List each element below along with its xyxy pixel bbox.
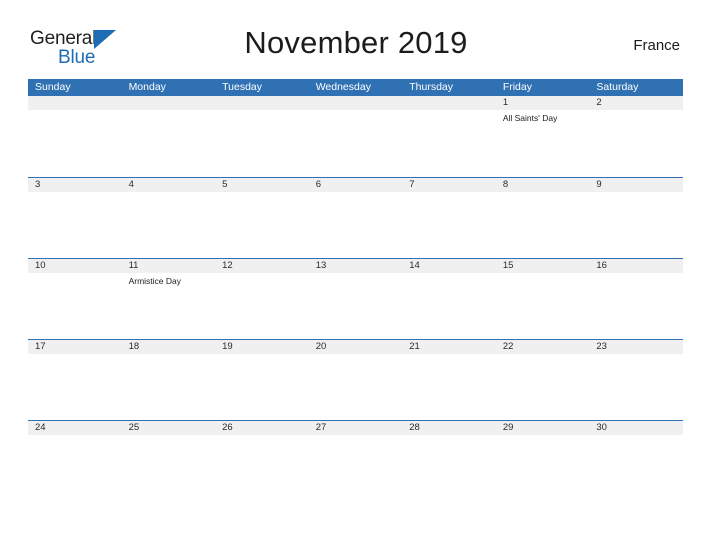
day-number[interactable]: 28	[402, 421, 496, 435]
day-event	[402, 110, 496, 176]
day-event	[589, 273, 683, 339]
weekday-header-monday: Monday	[128, 81, 166, 93]
week-date-band: 3 4 5 6 7 8 9	[28, 178, 683, 192]
day-number[interactable]	[309, 96, 403, 110]
day-number[interactable]: 10	[28, 259, 122, 273]
day-number[interactable]: 3	[28, 178, 122, 192]
page-header: General Blue November 2019 France	[0, 20, 712, 76]
weekday-header-sunday: Sunday	[35, 81, 71, 93]
day-number[interactable]: 18	[122, 340, 216, 354]
day-event	[122, 354, 216, 420]
day-number[interactable]: 21	[402, 340, 496, 354]
day-number[interactable]: 12	[215, 259, 309, 273]
day-number[interactable]	[402, 96, 496, 110]
weekday-header-thursday: Thursday	[409, 81, 454, 93]
day-number[interactable]: 9	[589, 178, 683, 192]
week-row: 17 18 19 20 21 22 23	[28, 339, 683, 420]
weekday-header-wednesday: Wednesday	[315, 81, 371, 93]
day-number[interactable]	[215, 96, 309, 110]
day-number[interactable]: 19	[215, 340, 309, 354]
day-number[interactable]: 13	[309, 259, 403, 273]
day-event	[589, 192, 683, 258]
week-date-band: 1 2	[28, 96, 683, 110]
week-row: 10 11 12 13 14 15 16 Armistice Day	[28, 258, 683, 339]
day-number[interactable]: 30	[589, 421, 683, 435]
day-event	[28, 192, 122, 258]
day-event	[589, 435, 683, 501]
day-event	[215, 354, 309, 420]
day-number[interactable]: 27	[309, 421, 403, 435]
week-row: 24 25 26 27 28 29 30	[28, 420, 683, 501]
day-number[interactable]: 7	[402, 178, 496, 192]
day-event: Armistice Day	[128, 276, 181, 286]
day-event	[215, 192, 309, 258]
day-event	[28, 273, 122, 339]
day-event	[589, 110, 683, 176]
day-event	[309, 192, 403, 258]
weekday-header-row: Sunday Monday Tuesday Wednesday Thursday…	[28, 79, 683, 96]
week-event-band: All Saints' Day	[28, 110, 683, 176]
day-number[interactable]	[28, 96, 122, 110]
day-number[interactable]: 5	[215, 178, 309, 192]
day-number[interactable]	[122, 96, 216, 110]
day-number[interactable]: 14	[402, 259, 496, 273]
day-event	[402, 192, 496, 258]
day-number[interactable]: 24	[28, 421, 122, 435]
day-number[interactable]: 29	[496, 421, 590, 435]
week-date-band: 24 25 26 27 28 29 30	[28, 421, 683, 435]
week-event-band	[28, 354, 683, 420]
day-number[interactable]: 2	[589, 96, 683, 110]
day-event	[28, 354, 122, 420]
day-number[interactable]: 20	[309, 340, 403, 354]
day-event	[309, 435, 403, 501]
day-number[interactable]: 6	[309, 178, 403, 192]
day-event	[215, 273, 309, 339]
day-number[interactable]: 26	[215, 421, 309, 435]
week-row: 3 4 5 6 7 8 9	[28, 177, 683, 258]
day-number[interactable]: 23	[589, 340, 683, 354]
day-number[interactable]: 25	[122, 421, 216, 435]
day-event	[309, 273, 403, 339]
day-event	[122, 110, 216, 176]
day-event	[496, 192, 590, 258]
day-event	[402, 273, 496, 339]
day-event	[309, 110, 403, 176]
calendar-page: General Blue November 2019 France Sunday…	[0, 0, 712, 550]
day-number[interactable]: 11	[122, 259, 216, 273]
day-event	[122, 435, 216, 501]
day-event	[496, 273, 590, 339]
weekday-header-tuesday: Tuesday	[222, 81, 263, 93]
page-title: November 2019	[244, 25, 468, 60]
day-number[interactable]: 8	[496, 178, 590, 192]
calendar-grid: Sunday Monday Tuesday Wednesday Thursday…	[28, 79, 683, 501]
day-event	[28, 110, 122, 176]
day-event	[215, 435, 309, 501]
day-event	[215, 110, 309, 176]
day-number[interactable]: 15	[496, 259, 590, 273]
week-row: 1 2 All Saints' Day	[28, 96, 683, 177]
day-event	[309, 354, 403, 420]
day-event	[28, 435, 122, 501]
day-number[interactable]: 16	[589, 259, 683, 273]
day-event	[122, 192, 216, 258]
week-event-band: Armistice Day	[28, 273, 683, 339]
day-number[interactable]: 17	[28, 340, 122, 354]
day-number[interactable]: 4	[122, 178, 216, 192]
day-event	[496, 435, 590, 501]
week-date-band: 10 11 12 13 14 15 16	[28, 259, 683, 273]
day-event	[496, 354, 590, 420]
week-event-band	[28, 435, 683, 501]
week-event-band	[28, 192, 683, 258]
day-number[interactable]: 1	[496, 96, 590, 110]
week-date-band: 17 18 19 20 21 22 23	[28, 340, 683, 354]
day-event: All Saints' Day	[502, 113, 558, 123]
weekday-header-saturday: Saturday	[596, 81, 639, 93]
day-number[interactable]: 22	[496, 340, 590, 354]
day-event	[402, 354, 496, 420]
day-event	[589, 354, 683, 420]
day-event	[402, 435, 496, 501]
country-label: France	[633, 37, 680, 54]
weekday-header-friday: Friday	[502, 81, 532, 93]
